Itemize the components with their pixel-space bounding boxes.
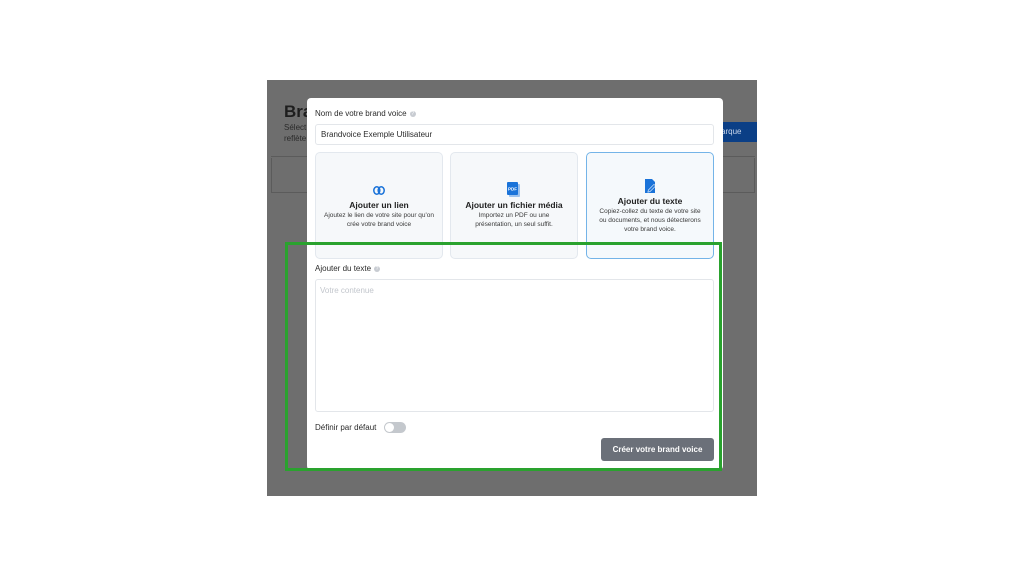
option-description: Importez un PDF ou une présentation, un … [475, 212, 553, 228]
option-description: Copiez-collez du texte de votre site ou … [599, 208, 701, 233]
option-title: Ajouter un fichier média [465, 200, 563, 210]
brand-voice-name-input[interactable] [315, 124, 714, 145]
screen: Bra Sélect reflète arque Nom de votre br… [0, 0, 1024, 576]
background-primary-button: arque [719, 122, 757, 142]
link-icon [316, 186, 442, 195]
background-page-subtitle: Sélect [284, 123, 307, 132]
option-title: Ajouter un lien [349, 200, 409, 210]
brand-voice-name-label: Nom de votre brand voice? [315, 109, 416, 118]
option-description: Ajoutez le lien de votre site pour qu'on… [324, 212, 435, 228]
edit-text-icon [587, 179, 713, 194]
option-title: Ajouter du texte [617, 196, 683, 206]
background-page-subtitle-2: reflète [284, 134, 307, 143]
pdf-file-icon: PDF [451, 182, 577, 197]
highlight-box [285, 242, 722, 471]
info-icon[interactable]: ? [409, 110, 416, 117]
svg-text:PDF: PDF [508, 187, 517, 192]
